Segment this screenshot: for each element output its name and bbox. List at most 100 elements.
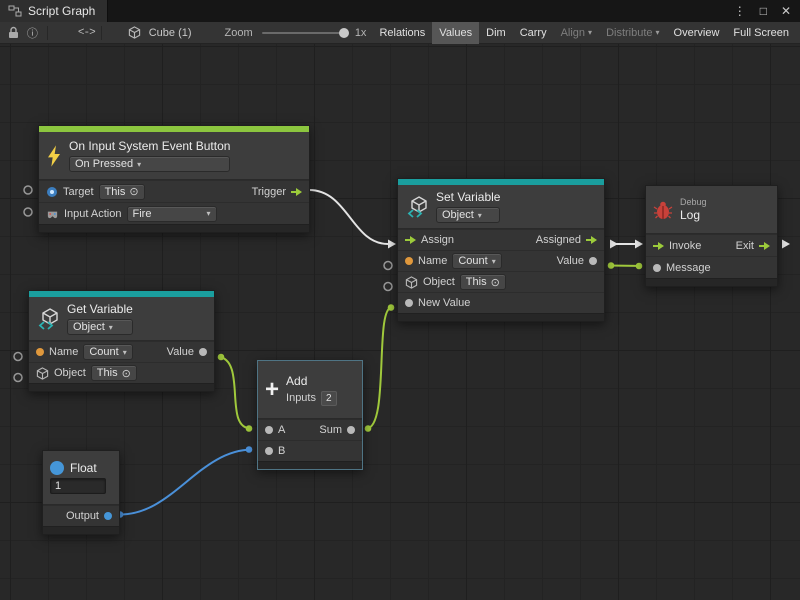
close-icon[interactable]: ✕	[781, 4, 791, 18]
titlebar: Script Graph ⋮ □ ✕	[0, 0, 800, 22]
port-label-message: Message	[666, 262, 711, 274]
assign-in-port[interactable]	[405, 236, 416, 244]
maximize-icon[interactable]: □	[760, 4, 767, 18]
carry-button[interactable]: Carry	[513, 22, 554, 44]
value-out-port[interactable]	[589, 257, 597, 265]
port-label-name: Name	[49, 346, 78, 358]
connections-icon[interactable]: <->	[77, 23, 96, 43]
add-icon: +	[265, 379, 279, 401]
zoom-slider[interactable]	[262, 32, 349, 34]
port-label-trigger: Trigger	[252, 186, 286, 198]
float-value-input[interactable]	[50, 478, 106, 494]
graph-target-label[interactable]: Cube (1)	[149, 27, 192, 39]
node-set-variable[interactable]: Set Variable Object ▾ Assign Assigned Na…	[397, 178, 605, 322]
game-object-icon	[46, 186, 58, 198]
port-label-target: Target	[63, 186, 94, 198]
tab-title: Script Graph	[28, 4, 95, 18]
port-label-input-action: Input Action	[64, 208, 122, 220]
port-label-output: Output	[66, 510, 99, 522]
target-picker-icon: ⊙	[122, 367, 131, 380]
align-button[interactable]: Align▾	[554, 22, 599, 44]
variable-name-dropdown[interactable]: Count ▾	[83, 344, 132, 360]
node-title: Add	[286, 374, 337, 388]
node-title: Get Variable	[67, 302, 133, 316]
object-picker[interactable]: This ⊙	[460, 274, 506, 290]
variable-name-dropdown[interactable]: Count ▾	[452, 253, 501, 269]
chevron-down-icon: ▾	[137, 160, 141, 169]
node-footer	[43, 526, 119, 534]
b-in-port[interactable]	[265, 447, 273, 455]
chevron-down-icon: ▾	[109, 323, 113, 332]
message-in-port[interactable]	[653, 264, 661, 272]
chevron-down-icon: ▾	[588, 28, 592, 37]
relations-button[interactable]: Relations	[372, 22, 432, 44]
script-graph-icon	[8, 5, 22, 17]
values-button[interactable]: Values	[432, 22, 479, 44]
variable-scope-dropdown[interactable]: Object ▾	[67, 319, 133, 335]
node-add[interactable]: + Add Inputs 2 A Sum B	[257, 360, 363, 470]
port-label-a: A	[278, 424, 285, 436]
align-label: Align	[561, 27, 585, 39]
target-object-picker[interactable]: This ⊙	[99, 184, 145, 200]
window-controls: ⋮ □ ✕	[734, 4, 800, 18]
port-label-new-value: New Value	[418, 297, 470, 309]
input-action-icon	[46, 207, 59, 220]
zoom-slider-knob[interactable]	[339, 28, 349, 38]
node-footer	[39, 224, 309, 232]
node-category: Debug	[680, 197, 707, 207]
tab-script-graph[interactable]: Script Graph	[0, 0, 108, 22]
variable-icon	[405, 195, 429, 219]
sum-out-port[interactable]	[347, 426, 355, 434]
toolbar-separator	[101, 26, 102, 40]
value-out-port[interactable]	[199, 348, 207, 356]
name-in-port[interactable]	[405, 257, 413, 265]
cube-icon	[36, 367, 49, 380]
inputs-count-field[interactable]: 2	[321, 391, 337, 406]
node-footer	[258, 461, 362, 469]
node-title: Float	[70, 461, 97, 475]
dropdown-value: Count	[89, 346, 118, 358]
chevron-down-icon: ▾	[656, 28, 660, 37]
chevron-down-icon: ▾	[492, 257, 496, 266]
input-action-dropdown[interactable]: Fire ▾	[127, 206, 217, 222]
output-out-port[interactable]	[104, 512, 112, 520]
bug-icon	[653, 200, 673, 220]
node-on-input-system-event-button[interactable]: On Input System Event Button On Pressed …	[38, 125, 310, 233]
object-picker[interactable]: This ⊙	[91, 365, 137, 381]
variable-scope-dropdown[interactable]: Object ▾	[436, 207, 500, 223]
picker-value: This	[97, 367, 118, 379]
node-title: Set Variable	[436, 190, 500, 204]
port-label-assign: Assign	[421, 234, 454, 246]
zoom-label: Zoom	[225, 27, 253, 39]
node-title: On Input System Event Button	[69, 139, 230, 153]
distribute-label: Distribute	[606, 27, 652, 39]
dim-button[interactable]: Dim	[479, 22, 513, 44]
new-value-in-port[interactable]	[405, 299, 413, 307]
node-footer	[29, 383, 214, 391]
port-label-value: Value	[557, 255, 584, 267]
node-get-variable[interactable]: Get Variable Object ▾ Name Count ▾ Value	[28, 290, 215, 392]
node-debug-log[interactable]: Debug Log Invoke Exit Message	[645, 185, 778, 287]
overview-button[interactable]: Overview	[667, 22, 727, 44]
trigger-out-port[interactable]	[291, 188, 302, 196]
port-label-name: Name	[418, 255, 447, 267]
inputs-label: Inputs	[286, 392, 316, 404]
info-icon[interactable]: ⓘ	[23, 23, 42, 43]
assigned-out-port[interactable]	[586, 236, 597, 244]
chevron-down-icon: ▾	[478, 211, 482, 220]
lock-icon[interactable]	[4, 23, 23, 43]
event-mode-dropdown[interactable]: On Pressed ▾	[69, 156, 230, 172]
name-in-port[interactable]	[36, 348, 44, 356]
full-screen-button[interactable]: Full Screen	[726, 22, 796, 44]
a-in-port[interactable]	[265, 426, 273, 434]
dropdown-value: Count	[458, 255, 487, 267]
cube-icon	[125, 23, 144, 43]
menu-icon[interactable]: ⋮	[734, 4, 746, 18]
node-float-literal[interactable]: Float Output	[42, 450, 120, 535]
picker-value: This	[105, 186, 126, 198]
invoke-in-port[interactable]	[653, 242, 664, 250]
exit-out-port[interactable]	[759, 242, 770, 250]
lightning-icon	[46, 145, 62, 167]
distribute-button[interactable]: Distribute ▾	[599, 22, 666, 44]
dropdown-value: Fire	[133, 208, 152, 220]
